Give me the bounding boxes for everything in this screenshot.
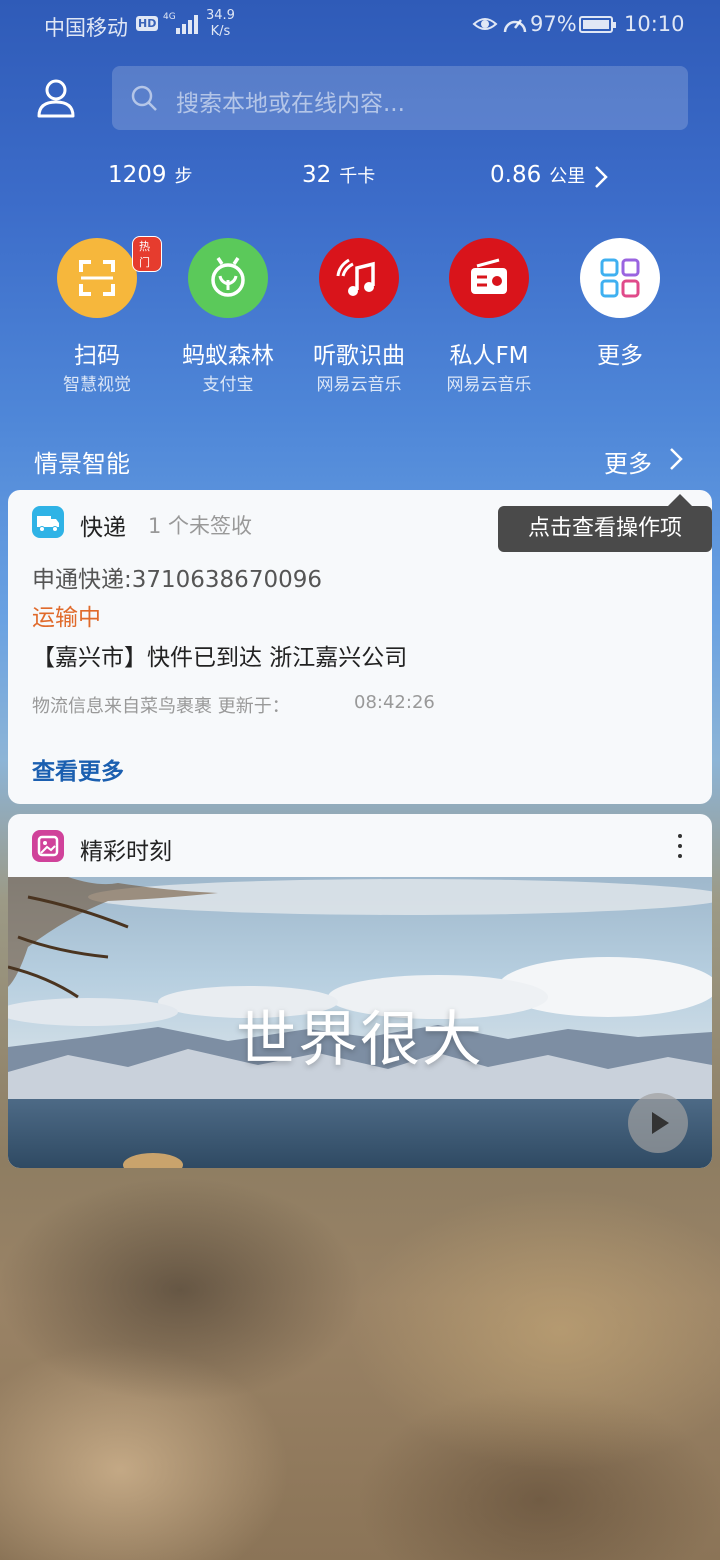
logistics-source: 物流信息来自菜鸟裹裹 更新于： [32, 696, 290, 717]
steps-stat[interactable]: 1209 步 [108, 162, 193, 188]
card-title: 精彩时刻 [80, 839, 172, 865]
search-icon [131, 85, 157, 111]
clock: 10:10 [624, 12, 685, 36]
status-bar: 中国移动 HD 4G 34.9 K/s 97% 10:10 [0, 0, 720, 52]
tracking-number: 申通快递:3710638670096 [32, 567, 322, 593]
network-speed: 34.9 K/s [206, 8, 235, 40]
photo-caption: 世界很大 [236, 1005, 484, 1075]
app-song-recognition[interactable]: 听歌识曲 网易云音乐 [294, 236, 424, 396]
search-input[interactable]: 搜索本地或在线内容... [176, 84, 405, 118]
radio-icon [449, 238, 529, 318]
update-time: 08:42:26 [354, 692, 435, 713]
app-private-fm[interactable]: 私人FM 网易云音乐 [424, 236, 554, 396]
scan-icon [57, 238, 137, 318]
app-provider: 网易云音乐 [446, 375, 532, 395]
app-name: 听歌识曲 [313, 343, 405, 369]
delivery-truck-icon [32, 506, 64, 538]
network-speed-unit: K/s [210, 24, 231, 39]
steps-unit: 步 [174, 166, 193, 187]
tooltip[interactable]: 点击查看操作项 [498, 506, 712, 552]
more-options-icon[interactable] [668, 830, 692, 862]
app-provider: 智慧视觉 [63, 375, 131, 395]
app-name: 更多 [597, 343, 643, 369]
search-bar[interactable]: 搜索本地或在线内容... [112, 66, 688, 130]
chevron-right-icon[interactable] [667, 446, 685, 472]
calories-unit: 千卡 [339, 166, 376, 187]
user-profile-icon[interactable] [34, 76, 78, 120]
app-name: 蚂蚁森林 [182, 343, 274, 369]
unsigned-count: 1 个未签收 [148, 514, 253, 538]
tooltip-arrow [668, 494, 692, 506]
hot-badge: 热门 [132, 236, 162, 272]
app-scan[interactable]: 热门 扫码 智慧视觉 [32, 236, 162, 396]
section-more-link[interactable]: 更多 [604, 444, 652, 479]
calories-value: 32 [302, 162, 332, 188]
card-title: 快递 [80, 515, 126, 541]
sprout-icon [188, 238, 268, 318]
calories-stat[interactable]: 32 千卡 [302, 162, 375, 188]
battery-percent: 97% [530, 12, 577, 36]
play-icon [652, 1112, 669, 1134]
grid-icon [580, 238, 660, 318]
shipping-status: 运输中 [32, 605, 101, 631]
carrier-name: 中国移动 [44, 16, 128, 40]
performance-mode-icon [503, 19, 527, 33]
music-note-icon [319, 238, 399, 318]
battery-icon [579, 16, 616, 33]
tracking-message: 【嘉兴市】快件已到达 浙江嘉兴公司 [32, 645, 408, 671]
section-title: 情景智能 [34, 450, 130, 478]
view-more-link[interactable]: 查看更多 [32, 752, 124, 786]
app-name: 私人FM [449, 343, 529, 369]
app-ant-forest[interactable]: 蚂蚁森林 支付宝 [163, 236, 293, 396]
distance-unit: 公里 [549, 166, 586, 187]
moments-card[interactable]: 精彩时刻 世界很大 [8, 814, 712, 1168]
gallery-icon [32, 830, 64, 862]
play-button[interactable] [628, 1093, 688, 1153]
app-provider: 网易云音乐 [316, 375, 402, 395]
app-provider: 支付宝 [202, 375, 254, 395]
distance-value: 0.86 [490, 162, 542, 188]
hd-badge: HD [136, 16, 159, 31]
distance-stat[interactable]: 0.86 公里 [490, 162, 585, 188]
app-name: 扫码 [74, 343, 120, 369]
eye-comfort-icon [472, 18, 498, 30]
chevron-right-icon[interactable] [592, 164, 610, 190]
app-more[interactable]: 更多 [555, 236, 685, 396]
signal-icon [172, 14, 198, 34]
network-speed-value: 34.9 [206, 8, 235, 23]
steps-value: 1209 [108, 162, 167, 188]
moment-photo[interactable]: 世界很大 [8, 877, 712, 1168]
